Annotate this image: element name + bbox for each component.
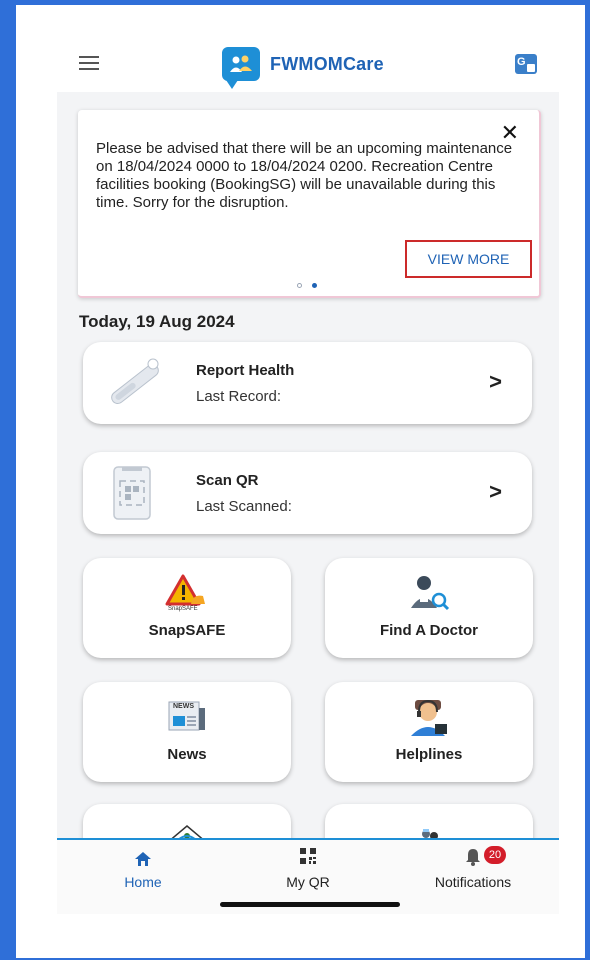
card-title: Scan QR (196, 472, 259, 489)
snapsafe-warning-icon: SnapSAFE (165, 574, 209, 621)
nav-label: My QR (286, 874, 330, 890)
home-icon (73, 852, 213, 870)
tile-label: News (167, 746, 207, 763)
doctor-search-icon (407, 574, 451, 619)
newspaper-icon: NEWS (165, 698, 209, 741)
app-logo: FWMOMCare (222, 47, 384, 89)
hamburger-menu-icon[interactable] (79, 56, 99, 70)
bell-icon: 20 (403, 846, 543, 870)
qr-code-icon (238, 848, 378, 870)
nav-label: Notifications (434, 874, 512, 890)
snapsafe-tile[interactable]: SnapSAFE SnapSAFE (83, 558, 291, 658)
helplines-tile[interactable]: Helplines (325, 682, 533, 782)
announcement-banner[interactable]: ✕ Please be advised that there will be a… (78, 110, 541, 298)
tile-label: Helplines (395, 746, 463, 763)
card-subtitle: Last Scanned: (196, 498, 292, 515)
snapsafe-logo-text: SnapSAFE (168, 606, 198, 612)
tile-label: Find A Doctor (379, 622, 479, 639)
app-header: FWMOMCare (57, 30, 559, 92)
view-more-button[interactable]: VIEW MORE (405, 240, 532, 278)
home-indicator-bar (220, 902, 400, 907)
banner-message: Please be advised that there will be an … (96, 140, 513, 211)
card-subtitle: Last Record: (196, 388, 282, 405)
home-content[interactable]: ✕ Please be advised that there will be a… (57, 92, 559, 838)
news-tile[interactable]: NEWS News (83, 682, 291, 782)
app-screen: FWMOMCare ✕ Please be advised that there… (57, 30, 559, 918)
qr-scanner-icon (110, 465, 154, 526)
nav-label: Home (124, 874, 162, 890)
scan-qr-card[interactable]: Scan QR Last Scanned: > (83, 452, 532, 534)
chevron-right-icon: > (489, 369, 502, 394)
recreation-icon (162, 820, 212, 838)
recreation-tile[interactable] (83, 804, 291, 838)
thermometer-icon (101, 354, 165, 419)
date-heading: Today, 19 Aug 2024 (79, 312, 235, 331)
app-title: FWMOMCare (270, 53, 384, 74)
nav-notifications[interactable]: 20 Notifications (403, 846, 543, 890)
carousel-indicator (297, 283, 317, 288)
nav-my-qr[interactable]: My QR (238, 848, 378, 890)
find-a-doctor-tile[interactable]: Find A Doctor (325, 558, 533, 658)
carousel-dot[interactable] (297, 283, 302, 288)
people-tile[interactable] (325, 804, 533, 838)
chevron-right-icon: > (489, 479, 502, 504)
nav-home[interactable]: Home (73, 848, 213, 890)
notification-count-badge: 20 (484, 846, 506, 864)
logo-icon (222, 47, 260, 89)
card-title: Report Health (196, 362, 295, 379)
helpline-agent-icon (407, 698, 451, 743)
carousel-dot-active[interactable] (312, 283, 317, 288)
translate-icon[interactable] (515, 54, 537, 74)
bottom-navigation: Home My QR 20 Notifications (57, 838, 559, 914)
tile-label: SnapSAFE (148, 622, 226, 639)
people-icon (414, 820, 444, 838)
report-health-card[interactable]: Report Health Last Record: > (83, 342, 532, 424)
news-icon-text: NEWS (173, 703, 194, 710)
